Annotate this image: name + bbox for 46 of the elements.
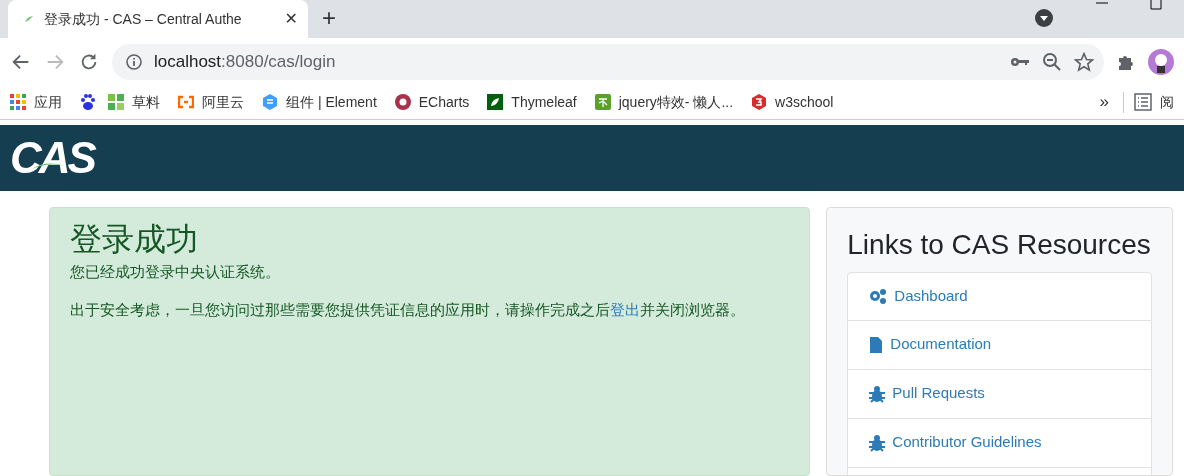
- grid-icon: [108, 94, 124, 110]
- minimize-icon[interactable]: [1094, 0, 1110, 6]
- bookmark[interactable]: 组件 | Element: [262, 91, 377, 113]
- resource-link[interactable]: Pull Requests: [847, 369, 1152, 419]
- resource-link[interactable]: Contributor Guidelines: [847, 418, 1152, 468]
- bookmark[interactable]: ECharts: [394, 91, 470, 113]
- bug-icon: [868, 384, 887, 403]
- success-title: 登录成功: [70, 220, 199, 259]
- logout-link[interactable]: 登出: [610, 302, 640, 319]
- security-note: 出于安全考虑，一旦您访问过那些需要您提供凭证信息的应用时，请操作完成之后登出 并关闭浏览器。: [70, 301, 746, 321]
- resource-link[interactable]: Documentation: [847, 320, 1152, 370]
- maximize-icon[interactable]: [1148, 0, 1164, 10]
- bookmark[interactable]: [80, 94, 96, 110]
- new-tab-button[interactable]: +: [322, 6, 336, 30]
- cas-logo[interactable]: CAS: [10, 136, 94, 180]
- address-bar[interactable]: localhost:8080/cas/login: [112, 43, 1104, 80]
- reading-list[interactable]: 阅: [1123, 91, 1174, 113]
- bookmark[interactable]: 应用: [10, 91, 62, 113]
- leaf-icon: [487, 94, 504, 110]
- bookmark[interactable]: 阿里云: [178, 91, 244, 113]
- info-icon: [126, 53, 142, 70]
- apps-icon: [10, 94, 26, 110]
- bookmark[interactable]: 草料: [108, 91, 160, 113]
- avatar-icon[interactable]: [1148, 48, 1174, 75]
- bookmark[interactable]: jquery特效- 懒人...: [594, 91, 734, 113]
- hexagon-icon: [262, 94, 278, 110]
- key-icon[interactable]: [1010, 55, 1030, 68]
- ring-icon: [394, 94, 411, 110]
- url-text: localhost:8080/cas/login: [154, 50, 337, 73]
- tab-title: 登录成功 - CAS – Central Authe: [44, 9, 243, 29]
- dropdown-icon[interactable]: [1034, 8, 1054, 28]
- paw-icon: [80, 94, 96, 110]
- more-bookmarks-button[interactable]: »: [1099, 89, 1109, 115]
- bracket-icon: [178, 94, 194, 110]
- zoom-out-icon[interactable]: [1042, 51, 1062, 72]
- browser-tab[interactable]: 登录成功 - CAS – Central Authe ✕: [8, 0, 308, 38]
- resource-link[interactable]: Dashboard: [847, 271, 1152, 321]
- success-message: 您已经成功登录中央认证系统。: [70, 263, 281, 283]
- document-icon: [868, 335, 885, 354]
- bookmark[interactable]: Thymeleaf: [487, 91, 577, 113]
- list-icon: [1134, 93, 1152, 111]
- bookmark[interactable]: w3school: [751, 91, 834, 113]
- leaf-icon: [24, 15, 34, 23]
- star-icon[interactable]: [1074, 51, 1094, 72]
- resources-title: Links to CAS Resources: [847, 228, 1152, 262]
- bug-icon: [868, 433, 887, 452]
